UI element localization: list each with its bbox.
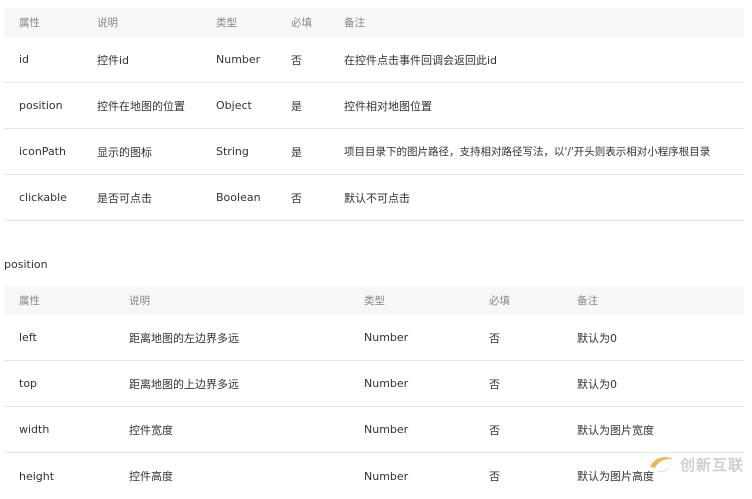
cell-description: 是否可点击: [97, 191, 152, 205]
header-type: 类型: [216, 17, 237, 29]
position-properties-table: 属性 说明 类型 必填 备注 left 距离地图的左边界多远 Number 否 …: [4, 286, 744, 499]
cell-description: 控件在地图的位置: [97, 99, 185, 113]
cell-property: height: [19, 469, 55, 483]
header-required: 必填: [489, 295, 510, 307]
table-row: clickable 是否可点击 Boolean 否 默认不可点击: [4, 175, 744, 221]
table-row: height 控件高度 Number 否 默认为图片高度: [4, 453, 744, 499]
cell-type: Boolean: [216, 191, 261, 204]
cell-description: 控件宽度: [129, 423, 173, 437]
watermark-text: 创新互联: [679, 455, 744, 474]
section-title: position: [4, 258, 48, 271]
cell-description: 控件高度: [129, 470, 173, 483]
table-header: 属性 说明 类型 必填 备注: [4, 286, 744, 315]
cell-required: 否: [489, 331, 500, 345]
cell-description: 距离地图的左边界多远: [129, 331, 239, 345]
header-property: 属性: [19, 295, 40, 307]
table-row: iconPath 显示的图标 String 是 项目目录下的图片路径，支持相对路…: [4, 129, 744, 175]
cell-required: 是: [291, 99, 302, 113]
cell-remark: 控件相对地图位置: [344, 99, 432, 113]
cell-description: 距离地图的上边界多远: [129, 377, 239, 391]
cell-remark: 项目目录下的图片路径，支持相对路径写法，以'/'开头则表示相对小程序根目录: [344, 146, 711, 158]
cell-type: String: [216, 145, 249, 158]
header-type: 类型: [364, 295, 385, 307]
header-remark: 备注: [577, 295, 598, 307]
cell-required: 否: [291, 191, 302, 205]
cell-remark: 默认为图片高度: [577, 470, 654, 483]
header-description: 说明: [97, 17, 118, 29]
cell-required: 否: [489, 470, 500, 483]
cell-remark: 默认为0: [577, 331, 617, 345]
cell-property: position: [19, 99, 63, 112]
cell-description: 控件id: [97, 53, 130, 67]
cell-type: Number: [364, 469, 409, 483]
cell-required: 否: [489, 377, 500, 391]
table-row: position 控件在地图的位置 Object 是 控件相对地图位置: [4, 83, 744, 129]
header-remark: 备注: [344, 17, 365, 29]
cell-type: Number: [216, 53, 261, 66]
cell-type: Number: [364, 423, 409, 436]
table-row: left 距离地图的左边界多远 Number 否 默认为0: [4, 315, 744, 361]
cell-remark: 默认为图片宽度: [577, 423, 654, 437]
watermark-logo-icon: [649, 457, 673, 473]
cell-required: 是: [291, 145, 302, 159]
cell-property: clickable: [19, 191, 67, 204]
cell-type: Object: [216, 99, 252, 112]
cell-property: id: [19, 53, 30, 66]
table-row: id 控件id Number 否 在控件点击事件回调会返回此id: [4, 37, 744, 83]
cell-description: 显示的图标: [97, 145, 152, 159]
cell-remark: 默认不可点击: [344, 191, 410, 205]
cell-type: Number: [364, 331, 409, 344]
cell-required: 否: [489, 423, 500, 437]
header-description: 说明: [129, 295, 150, 307]
header-required: 必填: [291, 17, 312, 29]
cell-required: 否: [291, 53, 302, 67]
cell-type: Number: [364, 377, 409, 390]
cell-property: top: [19, 377, 38, 390]
cell-property: left: [19, 331, 37, 344]
table-header: 属性 说明 类型 必填 备注: [4, 8, 744, 37]
cell-property: width: [19, 423, 50, 436]
cell-remark: 在控件点击事件回调会返回此id: [344, 53, 498, 67]
cell-property: iconPath: [19, 145, 66, 158]
header-property: 属性: [19, 17, 40, 29]
watermark: 创新互联: [646, 453, 744, 475]
table-row: width 控件宽度 Number 否 默认为图片宽度: [4, 407, 744, 453]
controls-properties-table: 属性 说明 类型 必填 备注 id 控件id Number 否 在控件点击事件回…: [4, 8, 744, 221]
table-row: top 距离地图的上边界多远 Number 否 默认为0: [4, 361, 744, 407]
cell-remark: 默认为0: [577, 377, 617, 391]
